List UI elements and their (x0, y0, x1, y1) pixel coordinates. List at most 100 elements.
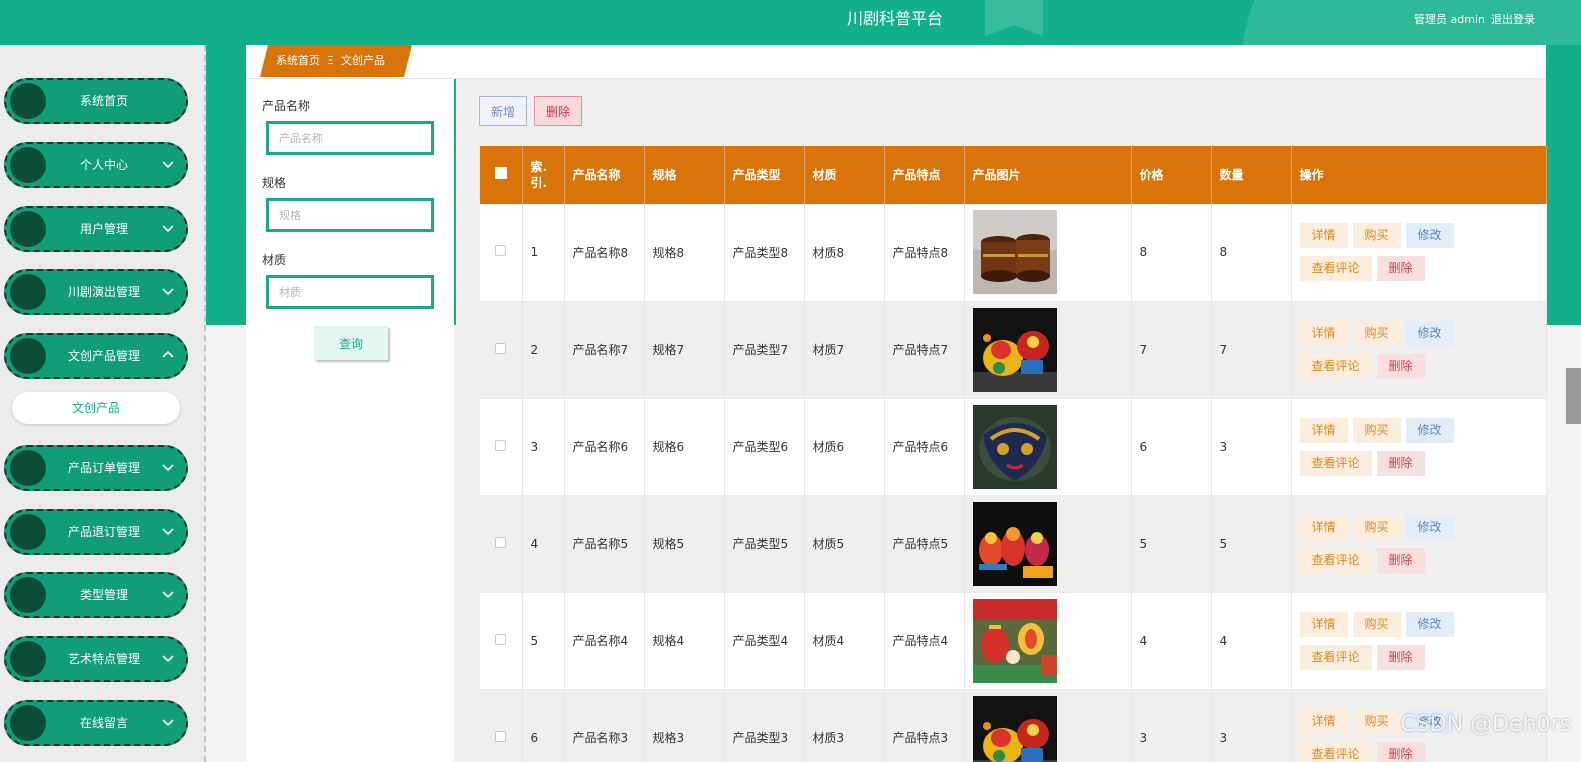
breadcrumb-home[interactable]: 系统首页 (276, 54, 320, 67)
type-cell: 产品类型6 (724, 398, 805, 496)
row-checkbox[interactable] (495, 633, 507, 645)
image-cell (964, 204, 1132, 302)
edit-button[interactable]: 修改 (1405, 417, 1454, 443)
image-cell (964, 301, 1132, 399)
price-cell: 5 (1131, 495, 1212, 593)
menu-knob (10, 83, 46, 119)
row-delete-button[interactable]: 删除 (1376, 450, 1425, 476)
column-header-spec: 规格 (644, 146, 725, 204)
select-cell (480, 301, 523, 399)
menu-knob (10, 147, 46, 183)
row-checkbox[interactable] (495, 439, 507, 451)
buy-button[interactable]: 购买 (1352, 417, 1401, 443)
sidebar-item-label: 用户管理 (79, 222, 128, 236)
menu-knob (10, 211, 46, 247)
edit-button[interactable]: 修改 (1405, 611, 1454, 637)
product-image[interactable] (972, 210, 1057, 295)
column-header-name: 产品名称 (564, 146, 645, 204)
select-all-checkbox[interactable] (494, 167, 507, 179)
feature-cell: 产品特点3 (884, 689, 965, 762)
product-image[interactable] (972, 695, 1057, 762)
sidebar-item-2[interactable]: 个人中心 (4, 142, 188, 188)
query-button[interactable]: 查询 (314, 326, 388, 360)
view-reviews-button[interactable]: 查看评论 (1299, 644, 1372, 670)
detail-button[interactable]: 详情 (1299, 223, 1348, 249)
edit-button[interactable]: 修改 (1405, 320, 1454, 346)
view-reviews-button[interactable]: 查看评论 (1299, 547, 1372, 573)
row-checkbox[interactable] (495, 342, 507, 354)
table-row: 6 产品名称3 规格3 产品类型3 材质3 产品特点3 3 3 详情 购买 修改 查看评论 删除 (480, 689, 1547, 762)
column-header-actions: 操作 (1291, 146, 1547, 204)
buy-button[interactable]: 购买 (1352, 708, 1401, 734)
product-name-input[interactable] (266, 121, 434, 155)
edit-button[interactable]: 修改 (1405, 223, 1454, 249)
name-cell: 产品名称7 (564, 301, 645, 399)
material-cell: 材质7 (804, 301, 885, 399)
product-image[interactable] (972, 598, 1057, 683)
product-image[interactable] (972, 404, 1057, 489)
sidebar-item-6[interactable]: 产品订单管理 (4, 445, 188, 491)
view-reviews-button[interactable]: 查看评论 (1299, 256, 1372, 282)
buy-button[interactable]: 购买 (1352, 514, 1401, 540)
sidebar-item-4[interactable]: 川剧演出管理 (4, 269, 188, 315)
row-delete-button[interactable]: 删除 (1376, 644, 1425, 670)
image-cell (964, 689, 1132, 762)
sidebar-item-label: 产品退订管理 (67, 525, 140, 539)
detail-button[interactable]: 详情 (1299, 320, 1348, 346)
row-delete-button[interactable]: 删除 (1376, 353, 1425, 379)
select-cell (480, 592, 523, 690)
spec-cell: 规格6 (644, 398, 725, 496)
current-user: 管理员 admin (1414, 13, 1485, 26)
logout-link[interactable]: 退出登录 (1491, 11, 1535, 27)
spec-cell: 规格4 (644, 592, 725, 690)
detail-button[interactable]: 详情 (1299, 708, 1348, 734)
sidebar-item-label: 艺术特点管理 (67, 652, 140, 666)
sidebar-item-9[interactable]: 艺术特点管理 (4, 636, 188, 682)
product-image[interactable] (972, 501, 1057, 586)
name-cell: 产品名称5 (564, 495, 645, 593)
add-button[interactable]: 新增 (479, 96, 527, 126)
buy-button[interactable]: 购买 (1352, 320, 1401, 346)
edit-button[interactable]: 修改 (1405, 514, 1454, 540)
spec-cell: 规格5 (644, 495, 725, 593)
sidebar-item-10[interactable]: 在线留言 (4, 700, 188, 746)
actions-cell: 详情 购买 修改查看评论 删除 (1291, 398, 1547, 496)
qty-cell: 8 (1211, 204, 1292, 302)
menu-knob (10, 338, 46, 374)
image-cell (964, 592, 1132, 690)
search-panel: 产品名称 规格 材质 查询 (246, 79, 454, 762)
product-image[interactable] (972, 307, 1057, 392)
delete-button[interactable]: 删除 (534, 96, 582, 126)
table-row: 5 产品名称4 规格4 产品类型4 材质4 产品特点4 4 4 详情 购买 修改 查看评论 删除 (480, 592, 1547, 690)
index-cell: 6 (522, 689, 565, 762)
spec-label: 规格 (262, 176, 287, 190)
row-delete-button[interactable]: 删除 (1376, 547, 1425, 573)
select-cell (480, 204, 523, 302)
sidebar-item-1[interactable]: 系统首页 (4, 78, 188, 124)
sidebar-item-3[interactable]: 用户管理 (4, 206, 188, 252)
material-cell: 材质5 (804, 495, 885, 593)
detail-button[interactable]: 详情 (1299, 514, 1348, 540)
spec-input[interactable] (266, 198, 434, 232)
sidebar-subitem-cultural-products[interactable]: 文创产品 (12, 392, 180, 424)
row-checkbox[interactable] (495, 536, 507, 548)
material-input[interactable] (266, 275, 434, 309)
view-reviews-button[interactable]: 查看评论 (1299, 741, 1372, 762)
row-delete-button[interactable]: 删除 (1376, 256, 1425, 282)
buy-button[interactable]: 购买 (1352, 223, 1401, 249)
view-reviews-button[interactable]: 查看评论 (1299, 450, 1372, 476)
sidebar-item-5[interactable]: 文创产品管理 (4, 333, 188, 379)
buy-button[interactable]: 购买 (1352, 611, 1401, 637)
detail-button[interactable]: 详情 (1299, 417, 1348, 443)
row-delete-button[interactable]: 删除 (1376, 741, 1425, 762)
scrollbar-thumb[interactable] (1566, 368, 1581, 424)
type-cell: 产品类型3 (724, 689, 805, 762)
view-reviews-button[interactable]: 查看评论 (1299, 353, 1372, 379)
row-checkbox[interactable] (495, 730, 507, 742)
chevron-up-icon (162, 350, 174, 358)
row-checkbox[interactable] (495, 245, 507, 257)
detail-button[interactable]: 详情 (1299, 611, 1348, 637)
select-cell (480, 398, 523, 496)
sidebar-item-8[interactable]: 类型管理 (4, 572, 188, 618)
sidebar-item-7[interactable]: 产品退订管理 (4, 509, 188, 555)
